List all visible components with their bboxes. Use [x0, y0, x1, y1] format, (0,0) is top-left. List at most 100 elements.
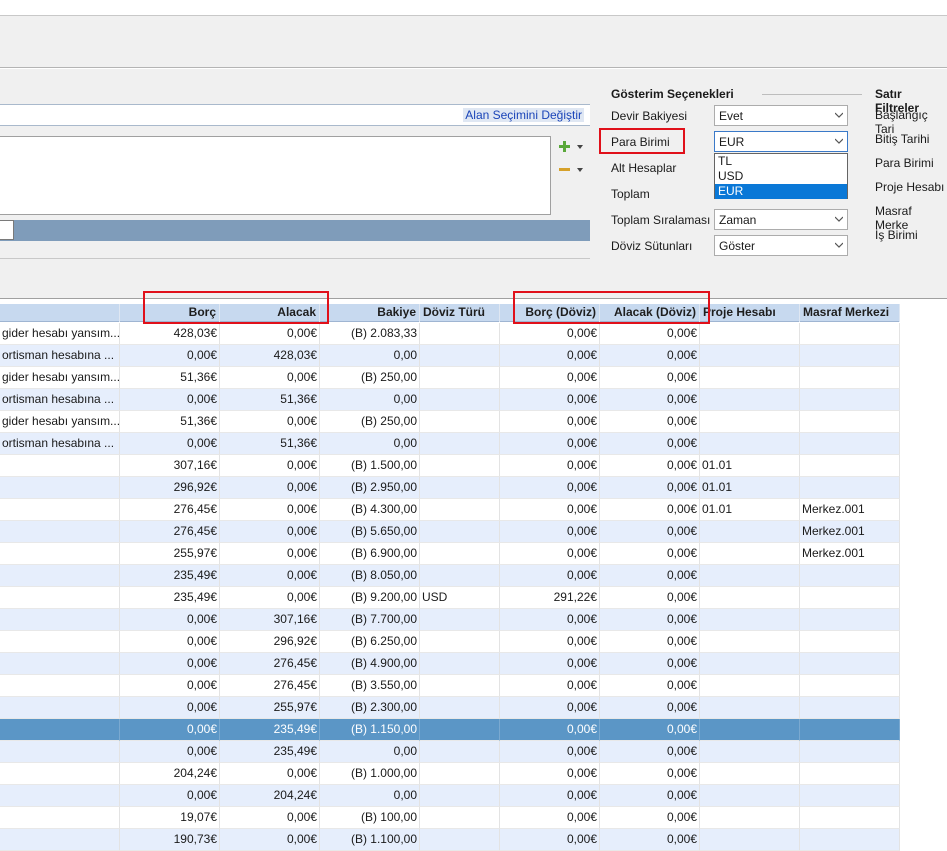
table-row[interactable]: 296,92€ 0,00€ (B) 2.950,00 0,00€ 0,00€ 01.01 [0, 477, 900, 499]
cell-credit-fx: 0,00€ [600, 807, 700, 829]
currency-option-usd[interactable]: USD [715, 169, 847, 184]
cell-credit-fx: 0,00€ [600, 367, 700, 389]
total-sort-select[interactable]: Zaman [714, 209, 848, 230]
filter-input[interactable] [0, 220, 14, 240]
cell-balance: (B) 9.200,00 [320, 587, 420, 609]
cell-description [0, 477, 120, 499]
cell-debit-fx: 0,00€ [500, 389, 600, 411]
column-header-credit[interactable]: Alacak [220, 304, 320, 322]
table-row[interactable]: 0,00€ 255,97€ (B) 2.300,00 0,00€ 0,00€ [0, 697, 900, 719]
cell-credit: 0,00€ [220, 521, 320, 543]
table-row[interactable]: gider hesabı yansım... 51,36€ 0,00€ (B) 250… [0, 411, 900, 433]
table-row[interactable]: 235,49€ 0,00€ (B) 9.200,00 USD 291,22€ 0,00€ [0, 587, 900, 609]
cell-debit: 296,92€ [120, 477, 220, 499]
table-row[interactable]: 0,00€ 296,92€ (B) 6.250,00 0,00€ 0,00€ [0, 631, 900, 653]
column-header-credit-fx[interactable]: Alacak (Döviz) [600, 304, 700, 322]
currency-columns-select[interactable]: Göster [714, 235, 848, 256]
table-row[interactable]: 307,16€ 0,00€ (B) 1.500,00 0,00€ 0,00€ 01.01 [0, 455, 900, 477]
cell-credit: 51,36€ [220, 433, 320, 455]
table-row[interactable]: 0,00€ 204,24€ 0,00 0,00€ 0,00€ [0, 785, 900, 807]
change-field-selection-link[interactable]: Alan Seçimini Değiştir [463, 108, 584, 122]
cell-balance: (B) 4.300,00 [320, 499, 420, 521]
window-top-strip [0, 0, 947, 16]
remove-icon [559, 168, 583, 172]
cell-currency-type [420, 719, 500, 741]
table-row[interactable]: 0,00€ 235,49€ 0,00 0,00€ 0,00€ [0, 741, 900, 763]
column-header-debit-fx[interactable]: Borç (Döviz) [500, 304, 600, 322]
currency-value: EUR [719, 135, 745, 149]
cell-credit-fx: 0,00€ [600, 521, 700, 543]
cell-debit-fx: 0,00€ [500, 543, 600, 565]
cell-description [0, 631, 120, 653]
column-header-balance[interactable]: Bakiye [320, 304, 420, 322]
cell-cost-center [800, 609, 900, 631]
filter-project-account[interactable]: Proje Hesabı [875, 180, 944, 194]
table-row[interactable]: 255,97€ 0,00€ (B) 6.900,00 0,00€ 0,00€ Merkez… [0, 543, 900, 565]
table-row[interactable]: 235,49€ 0,00€ (B) 8.050,00 0,00€ 0,00€ [0, 565, 900, 587]
currency-select[interactable]: EUR [714, 131, 848, 152]
cell-description: gider hesabı yansım... [0, 367, 120, 389]
cell-cost-center [800, 653, 900, 675]
cell-credit-fx: 0,00€ [600, 763, 700, 785]
column-header-currency-type[interactable]: Döviz Türü [420, 304, 500, 322]
table-row[interactable]: 0,00€ 276,45€ (B) 4.900,00 0,00€ 0,00€ [0, 653, 900, 675]
table-row[interactable]: ortisman hesabına ... 0,00€ 428,03€ 0,00 0,0… [0, 345, 900, 367]
cell-cost-center [800, 455, 900, 477]
group-divider [762, 94, 862, 95]
cell-debit-fx: 0,00€ [500, 323, 600, 345]
cell-credit-fx: 0,00€ [600, 455, 700, 477]
table-row[interactable]: 190,73€ 0,00€ (B) 1.100,00 0,00€ 0,00€ [0, 829, 900, 851]
cell-project-account [700, 631, 800, 653]
cell-debit: 0,00€ [120, 741, 220, 763]
cell-cost-center [800, 345, 900, 367]
cell-credit: 235,49€ [220, 719, 320, 741]
cell-project-account [700, 367, 800, 389]
opening-balance-select[interactable]: Evet [714, 105, 848, 126]
table-row[interactable]: 276,45€ 0,00€ (B) 5.650,00 0,00€ 0,00€ Merkez… [0, 521, 900, 543]
table-row[interactable]: ortisman hesabına ... 0,00€ 51,36€ 0,00 0,00… [0, 389, 900, 411]
remove-field-button[interactable] [557, 162, 585, 178]
cell-description: ortisman hesabına ... [0, 345, 120, 367]
cell-project-account [700, 587, 800, 609]
table-row[interactable]: ortisman hesabına ... 0,00€ 51,36€ 0,00 0,00… [0, 433, 900, 455]
cell-project-account: 01.01 [700, 455, 800, 477]
cell-balance: (B) 1.000,00 [320, 763, 420, 785]
cell-credit-fx: 0,00€ [600, 411, 700, 433]
filter-end-date[interactable]: Bitiş Tarihi [875, 132, 929, 146]
field-list-box[interactable] [0, 136, 551, 215]
cell-debit-fx: 0,00€ [500, 697, 600, 719]
table-row[interactable]: gider hesabı yansım... 428,03€ 0,00€ (B) 2.… [0, 323, 900, 345]
cell-cost-center [800, 411, 900, 433]
column-header-description[interactable] [0, 304, 120, 322]
cell-debit-fx: 0,00€ [500, 763, 600, 785]
column-header-cost-center[interactable]: Masraf Merkezi [800, 304, 900, 322]
add-field-button[interactable] [557, 139, 585, 155]
cell-credit: 51,36€ [220, 389, 320, 411]
cell-description [0, 697, 120, 719]
table-row[interactable]: 276,45€ 0,00€ (B) 4.300,00 0,00€ 0,00€ 01.01 M… [0, 499, 900, 521]
column-header-project-account[interactable]: Proje Hesabı [700, 304, 800, 322]
filter-business-unit[interactable]: İş Birimi [875, 228, 918, 242]
table-row[interactable]: 0,00€ 276,45€ (B) 3.550,00 0,00€ 0,00€ [0, 675, 900, 697]
filter-currency[interactable]: Para Birimi [875, 156, 934, 170]
cell-credit: 0,00€ [220, 807, 320, 829]
cell-cost-center [800, 807, 900, 829]
cell-debit: 0,00€ [120, 433, 220, 455]
cell-credit-fx: 0,00€ [600, 587, 700, 609]
currency-option-eur[interactable]: EUR [715, 184, 847, 199]
table-row[interactable]: 19,07€ 0,00€ (B) 100,00 0,00€ 0,00€ [0, 807, 900, 829]
cell-currency-type [420, 477, 500, 499]
table-row[interactable]: 0,00€ 307,16€ (B) 7.700,00 0,00€ 0,00€ [0, 609, 900, 631]
cell-credit: 428,03€ [220, 345, 320, 367]
cell-cost-center: Merkez.001 [800, 543, 900, 565]
cell-cost-center [800, 741, 900, 763]
table-row-selected[interactable]: 0,00€ 235,49€ (B) 1.150,00 0,00€ 0,00€ [0, 719, 900, 741]
column-header-debit[interactable]: Borç [120, 304, 220, 322]
currency-option-tl[interactable]: TL [715, 154, 847, 169]
cell-credit-fx: 0,00€ [600, 477, 700, 499]
cell-description [0, 565, 120, 587]
cell-description [0, 543, 120, 565]
table-row[interactable]: 204,24€ 0,00€ (B) 1.000,00 0,00€ 0,00€ [0, 763, 900, 785]
table-row[interactable]: gider hesabı yansım... 51,36€ 0,00€ (B) 250… [0, 367, 900, 389]
display-options-title: Gösterim Seçenekleri [611, 87, 734, 101]
